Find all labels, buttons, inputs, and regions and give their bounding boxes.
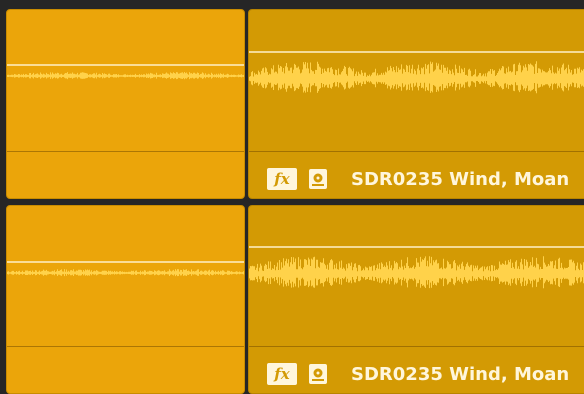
volume-line[interactable]: [249, 246, 584, 248]
volume-line[interactable]: [249, 51, 584, 53]
clip-name: SDR0235 Wind, Moan: [351, 363, 570, 385]
waveform-path: [249, 256, 584, 289]
waveform: [7, 263, 244, 283]
fx-icon[interactable]: fx: [267, 363, 297, 385]
clip-divider: [7, 151, 244, 152]
clip-footer: fx SDR0235 Wind, Moan: [267, 363, 569, 385]
waveform-path: [249, 61, 584, 94]
clip-divider: [7, 346, 244, 347]
clip-footer: fx SDR0235 Wind, Moan: [267, 168, 569, 190]
waveform: [7, 66, 244, 86]
audio-clip-selected[interactable]: fx SDR0235 Wind, Moan: [248, 205, 584, 394]
audio-clip-selected[interactable]: fx SDR0235 Wind, Moan: [248, 9, 584, 199]
audio-track-1: fx SDR0235 Wind, Moan: [0, 9, 584, 199]
fx-icon[interactable]: fx: [267, 168, 297, 190]
clip-divider: [249, 346, 584, 347]
clip-divider: [249, 151, 584, 152]
clip-attributes-icon[interactable]: [307, 168, 329, 190]
waveform: [249, 249, 584, 299]
clip-attributes-icon[interactable]: [307, 363, 329, 385]
waveform: [249, 54, 584, 104]
clip-name: SDR0235 Wind, Moan: [351, 168, 570, 190]
audio-timeline: fx SDR0235 Wind, Moan fx SDR0235 Wind, M…: [0, 0, 584, 394]
audio-clip[interactable]: [6, 9, 245, 199]
audio-track-2: fx SDR0235 Wind, Moan: [0, 205, 584, 394]
audio-clip[interactable]: [6, 205, 245, 394]
